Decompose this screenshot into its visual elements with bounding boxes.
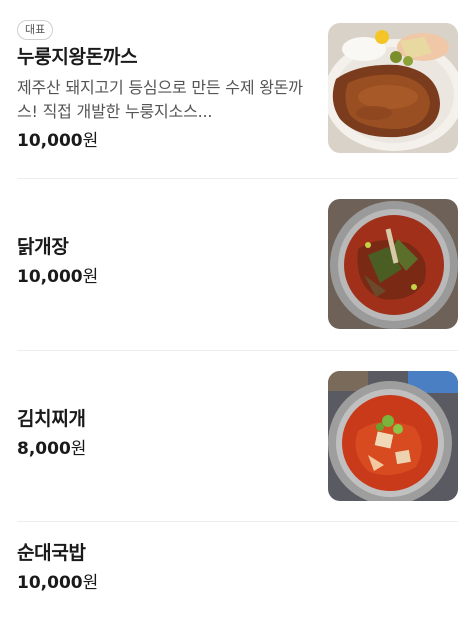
- dakgaejang-photo[interactable]: [328, 199, 458, 329]
- price-value: 10,000: [17, 267, 83, 287]
- price-unit: 원: [82, 267, 99, 287]
- menu-item-description: 제주산 돼지고기 등심으로 만든 수제 왕돈까스! 직접 개발한 누룽지소스..…: [17, 78, 303, 121]
- menu-item-price: 8,000원: [17, 438, 307, 460]
- price-value: 8,000: [17, 439, 71, 459]
- price-unit: 원: [82, 573, 99, 593]
- price-unit: 원: [82, 131, 99, 151]
- donkatsu-photo[interactable]: [328, 23, 458, 153]
- menu-item-price: 10,000원: [17, 266, 307, 288]
- menu-item-price: 10,000원: [17, 130, 307, 152]
- menu-item-sundae-gukbap[interactable]: 순대국밥 10,000원: [17, 540, 458, 610]
- menu-item-name: 김치찌개: [17, 408, 86, 430]
- item-divider: [17, 350, 458, 351]
- menu-item-name: 누룽지왕돈까스: [17, 46, 138, 68]
- menu-item-price: 10,000원: [17, 572, 307, 594]
- menu-item-donkatsu[interactable]: 대표 누룽지왕돈까스 제주산 돼지고기 등심으로 만든 수제 왕돈까스! 직접 …: [17, 18, 458, 179]
- price-unit: 원: [70, 439, 87, 459]
- signature-badge: 대표: [17, 20, 54, 40]
- menu-list: 대표 누룽지왕돈까스 제주산 돼지고기 등심으로 만든 수제 왕돈까스! 직접 …: [0, 0, 472, 619]
- price-value: 10,000: [17, 573, 83, 593]
- item-divider: [17, 178, 458, 179]
- menu-item-kimchi-jjigae[interactable]: 김치찌개 8,000원: [17, 370, 458, 522]
- price-value: 10,000: [17, 131, 83, 151]
- menu-item-dakgaejang[interactable]: 닭개장 10,000원: [17, 198, 458, 351]
- menu-item-name: 순대국밥: [17, 542, 86, 564]
- kimchi-jjigae-photo[interactable]: [328, 371, 458, 501]
- item-divider: [17, 521, 458, 522]
- menu-item-name: 닭개장: [17, 236, 69, 258]
